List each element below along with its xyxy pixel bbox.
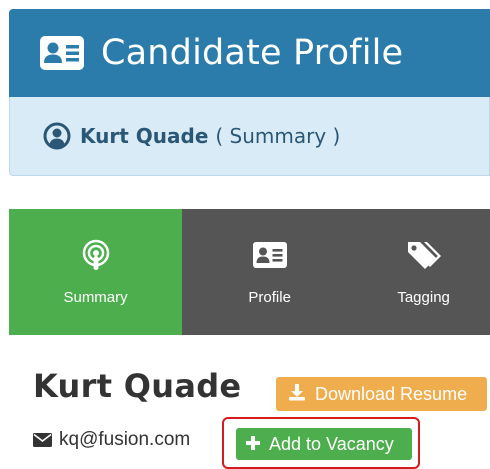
tags-icon bbox=[406, 238, 442, 272]
tab-profile[interactable]: Profile bbox=[182, 209, 357, 335]
banner-candidate-name: Kurt Quade bbox=[80, 124, 209, 148]
envelope-icon bbox=[33, 433, 52, 447]
candidate-email[interactable]: kq@fusion.com bbox=[59, 429, 190, 451]
plus-icon bbox=[246, 434, 260, 455]
tab-summary-label: Summary bbox=[63, 289, 128, 306]
add-to-vacancy-button[interactable]: Add to Vacancy bbox=[236, 428, 412, 460]
user-circle-icon bbox=[42, 121, 72, 151]
add-to-vacancy-label: Add to Vacancy bbox=[269, 433, 394, 454]
candidate-name: Kurt Quade bbox=[33, 367, 242, 405]
download-icon bbox=[288, 383, 306, 406]
tab-profile-label: Profile bbox=[248, 289, 291, 306]
candidate-profile-page: Candidate Profile Kurt Quade ( Summary ) bbox=[0, 0, 490, 469]
podcast-icon bbox=[81, 238, 111, 272]
page-header: Candidate Profile bbox=[9, 9, 490, 97]
download-resume-button[interactable]: Download Resume bbox=[276, 377, 487, 411]
tab-tagging-label: Tagging bbox=[397, 289, 450, 306]
page-title: Candidate Profile bbox=[101, 33, 404, 73]
id-card-icon bbox=[39, 31, 84, 76]
candidate-summary-banner: Kurt Quade ( Summary ) bbox=[9, 97, 490, 176]
candidate-email-row: kq@fusion.com bbox=[33, 429, 190, 451]
id-card-icon bbox=[252, 238, 287, 272]
download-resume-label: Download Resume bbox=[315, 383, 468, 404]
tab-tagging[interactable]: Tagging bbox=[357, 209, 490, 335]
tab-summary[interactable]: Summary bbox=[9, 209, 183, 335]
banner-context: ( Summary ) bbox=[215, 124, 341, 148]
profile-tab-bar: Summary Profile Tagging bbox=[9, 209, 490, 335]
